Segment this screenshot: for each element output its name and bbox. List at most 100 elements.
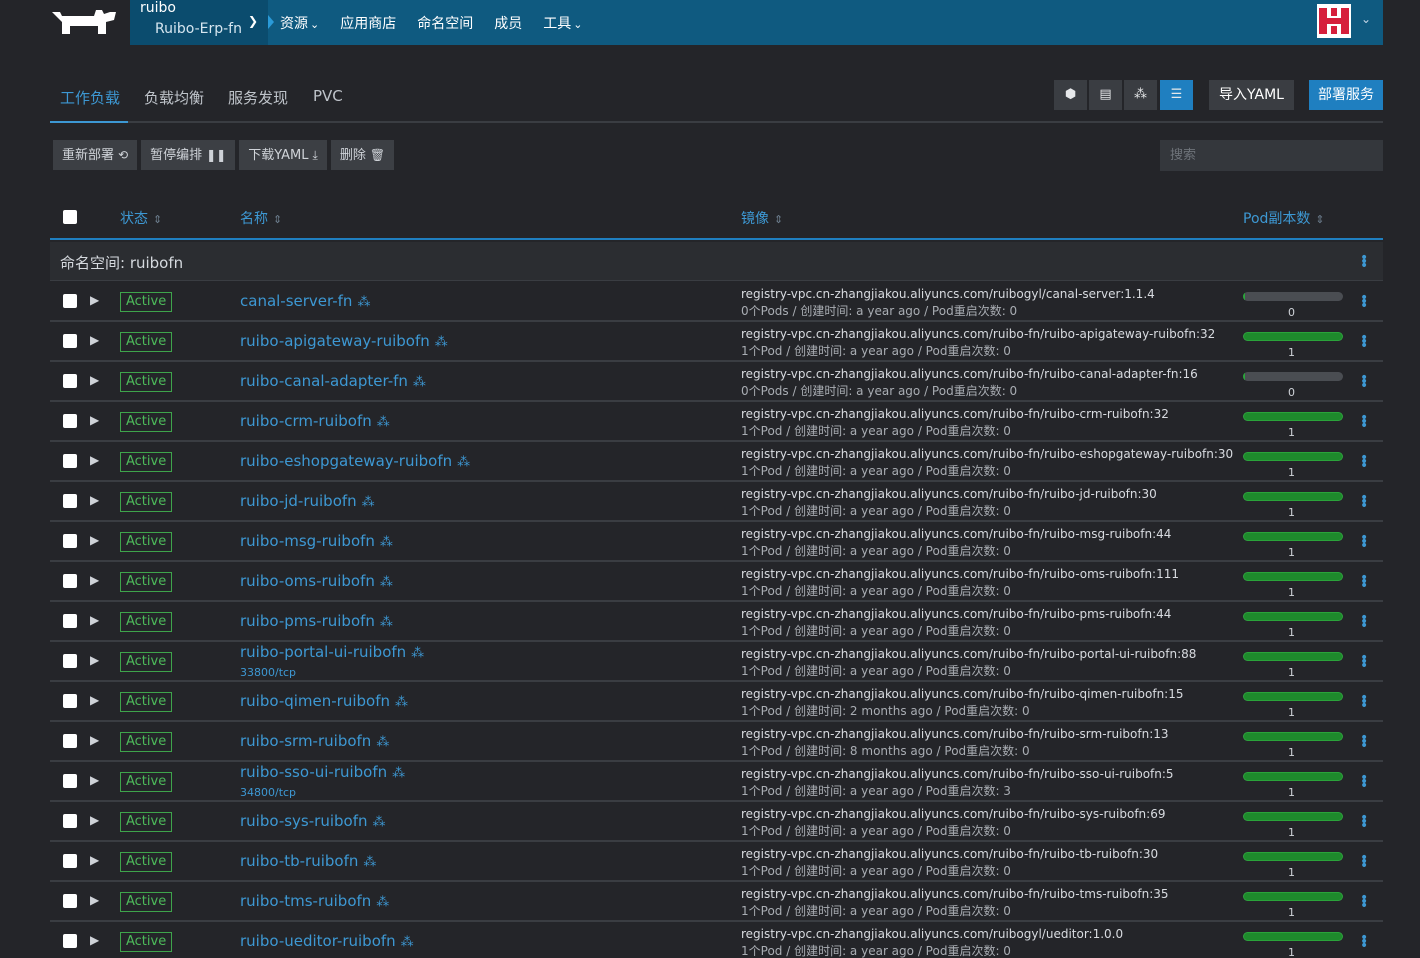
row-checkbox[interactable] <box>63 294 77 308</box>
expand-icon[interactable]: ▶ <box>90 533 99 547</box>
row-kebab-menu-icon[interactable]: • • • <box>1360 611 1368 633</box>
workload-name-link[interactable]: canal-server-fn ⁂ <box>240 292 370 310</box>
row-kebab-menu-icon[interactable]: • • • <box>1360 571 1368 593</box>
nav-item[interactable]: 工具 ⌄ <box>543 13 582 33</box>
row-kebab-menu-icon[interactable]: • • • <box>1360 491 1368 513</box>
row-checkbox[interactable] <box>63 574 77 588</box>
tree-list-icon[interactable]: ☰ <box>1160 80 1193 110</box>
th-name[interactable]: 名称 ⇕ <box>240 208 282 228</box>
import-yaml-button[interactable]: 导入YAML <box>1209 80 1294 110</box>
workload-name-link[interactable]: ruibo-tms-ruibofn ⁂ <box>240 892 389 910</box>
expand-icon[interactable]: ▶ <box>90 933 99 947</box>
workload-name-link[interactable]: ruibo-apigateway-ruibofn ⁂ <box>240 332 448 350</box>
cluster-icon[interactable]: ⁂ <box>1124 80 1157 110</box>
delete-button[interactable]: 删除 🗑 <box>330 140 395 170</box>
select-all-checkbox[interactable] <box>63 210 77 224</box>
row-checkbox[interactable] <box>63 454 77 468</box>
row-checkbox[interactable] <box>63 414 77 428</box>
expand-icon[interactable]: ▶ <box>90 693 99 707</box>
row-checkbox[interactable] <box>63 334 77 348</box>
workload-name-link[interactable]: ruibo-ueditor-ruibofn ⁂ <box>240 932 414 950</box>
row-checkbox[interactable] <box>63 654 77 668</box>
row-checkbox[interactable] <box>63 374 77 388</box>
row-checkbox[interactable] <box>63 694 77 708</box>
nav-item[interactable]: 命名空间 <box>417 13 473 33</box>
port-link[interactable]: 34800/tcp <box>240 786 296 799</box>
expand-icon[interactable]: ▶ <box>90 773 99 787</box>
workload-name-link[interactable]: ruibo-oms-ruibofn ⁂ <box>240 572 393 590</box>
expand-icon[interactable]: ▶ <box>90 853 99 867</box>
search-input[interactable] <box>1160 140 1383 171</box>
tab-load-balancing[interactable]: 负载均衡 <box>144 87 204 108</box>
workload-name-link[interactable]: ruibo-msg-ruibofn ⁂ <box>240 532 393 550</box>
nav-item[interactable]: 资源 ⌄ <box>280 13 319 33</box>
row-checkbox[interactable] <box>63 534 77 548</box>
row-checkbox[interactable] <box>63 934 77 948</box>
row-kebab-menu-icon[interactable]: • • • <box>1360 451 1368 473</box>
row-kebab-menu-icon[interactable]: • • • <box>1360 411 1368 433</box>
row-kebab-menu-icon[interactable]: • • • <box>1360 931 1368 953</box>
row-kebab-menu-icon[interactable]: • • • <box>1360 291 1368 313</box>
logo-area[interactable] <box>0 0 130 45</box>
workload-name-link[interactable]: ruibo-crm-ruibofn ⁂ <box>240 412 390 430</box>
expand-icon[interactable]: ▶ <box>90 653 99 667</box>
workload-name-link[interactable]: ruibo-jd-ruibofn ⁂ <box>240 492 375 510</box>
row-kebab-menu-icon[interactable]: • • • <box>1360 691 1368 713</box>
workload-name-link[interactable]: ruibo-qimen-ruibofn ⁂ <box>240 692 408 710</box>
expand-icon[interactable]: ▶ <box>90 813 99 827</box>
port-link[interactable]: 33800/tcp <box>240 666 296 679</box>
nav-item[interactable]: 应用商店 <box>340 13 396 33</box>
expand-icon[interactable]: ▶ <box>90 573 99 587</box>
expand-icon[interactable]: ▶ <box>90 893 99 907</box>
tab-service-discovery[interactable]: 服务发现 <box>228 87 288 108</box>
namespace-kebab-menu-icon[interactable]: • • • <box>1360 251 1368 273</box>
expand-icon[interactable]: ▶ <box>90 293 99 307</box>
row-kebab-menu-icon[interactable]: • • • <box>1360 851 1368 873</box>
row-kebab-menu-icon[interactable]: • • • <box>1360 771 1368 793</box>
list-icon[interactable]: ▤ <box>1089 80 1122 110</box>
user-avatar[interactable] <box>1317 4 1351 38</box>
row-checkbox[interactable] <box>63 854 77 868</box>
redeploy-button[interactable]: 重新部署 ⟲ <box>53 140 138 170</box>
nav-item[interactable]: 成员 <box>494 13 522 33</box>
workload-name-link[interactable]: ruibo-sso-ui-ruibofn ⁂ <box>240 763 405 781</box>
expand-icon[interactable]: ▶ <box>90 413 99 427</box>
workload-name-link[interactable]: ruibo-eshopgateway-ruibofn ⁂ <box>240 452 470 470</box>
deploy-button[interactable]: 部署服务 <box>1309 80 1383 110</box>
download-yaml-button[interactable]: 下载YAML ⤓ <box>239 140 327 170</box>
workload-name-link[interactable]: ruibo-tb-ruibofn ⁂ <box>240 852 376 870</box>
workload-name-link[interactable]: ruibo-canal-adapter-fn ⁂ <box>240 372 426 390</box>
workload-name-link[interactable]: ruibo-portal-ui-ruibofn ⁂ <box>240 643 424 661</box>
expand-icon[interactable]: ▶ <box>90 333 99 347</box>
cluster-project-switcher[interactable]: ruibo Ruibo-Erp-fn ❯ <box>130 0 268 45</box>
pause-button[interactable]: 暂停编排 ❚❚ <box>141 140 236 170</box>
row-kebab-menu-icon[interactable]: • • • <box>1360 531 1368 553</box>
avatar-chevron-down-icon[interactable]: ⌄ <box>1361 12 1371 26</box>
row-kebab-menu-icon[interactable]: • • • <box>1360 651 1368 673</box>
row-kebab-menu-icon[interactable]: • • • <box>1360 811 1368 833</box>
row-checkbox[interactable] <box>63 894 77 908</box>
tab-pvc[interactable]: PVC <box>313 87 343 105</box>
cube-icon[interactable]: ⬢ <box>1054 80 1087 110</box>
tab-workloads[interactable]: 工作负载 <box>60 87 120 108</box>
row-checkbox[interactable] <box>63 814 77 828</box>
expand-icon[interactable]: ▶ <box>90 453 99 467</box>
rancher-logo[interactable] <box>50 6 118 36</box>
workload-name-link[interactable]: ruibo-pms-ruibofn ⁂ <box>240 612 393 630</box>
th-scale[interactable]: Pod副本数 ⇕ <box>1243 208 1325 228</box>
row-checkbox[interactable] <box>63 774 77 788</box>
expand-icon[interactable]: ▶ <box>90 733 99 747</box>
row-kebab-menu-icon[interactable]: • • • <box>1360 331 1368 353</box>
workload-name-link[interactable]: ruibo-srm-ruibofn ⁂ <box>240 732 389 750</box>
row-kebab-menu-icon[interactable]: • • • <box>1360 891 1368 913</box>
th-image[interactable]: 镜像 ⇕ <box>741 208 783 228</box>
expand-icon[interactable]: ▶ <box>90 613 99 627</box>
row-kebab-menu-icon[interactable]: • • • <box>1360 371 1368 393</box>
workload-name-link[interactable]: ruibo-sys-ruibofn ⁂ <box>240 812 385 830</box>
row-kebab-menu-icon[interactable]: • • • <box>1360 731 1368 753</box>
expand-icon[interactable]: ▶ <box>90 373 99 387</box>
row-checkbox[interactable] <box>63 494 77 508</box>
row-checkbox[interactable] <box>63 734 77 748</box>
row-checkbox[interactable] <box>63 614 77 628</box>
th-state[interactable]: 状态 ⇕ <box>120 208 162 228</box>
